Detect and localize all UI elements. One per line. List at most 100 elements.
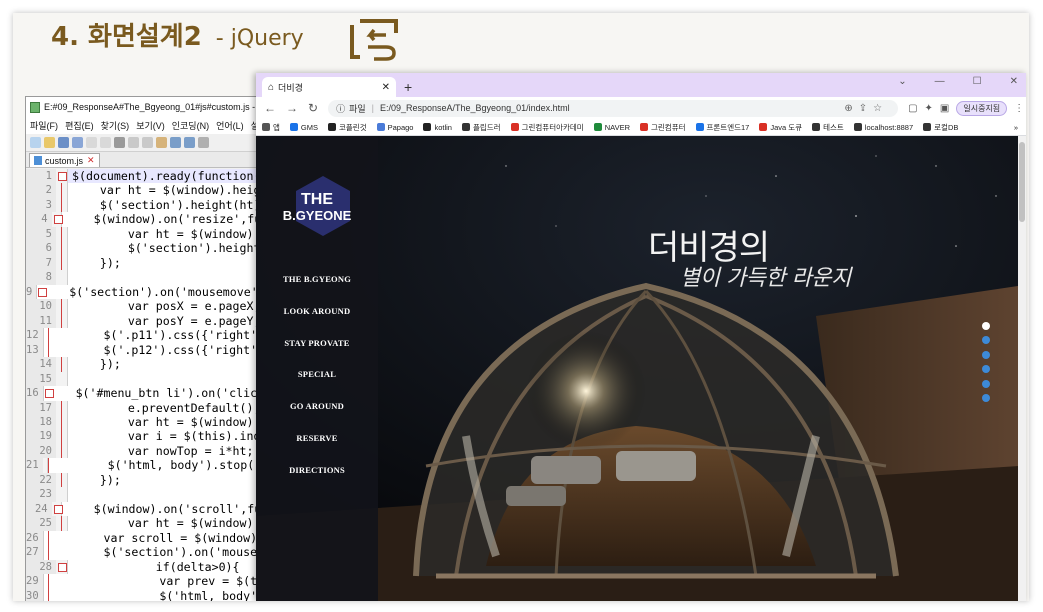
bookmark-item[interactable]: Java 도큐 [759,122,802,133]
code-text: $(document).ready(function(){ [68,169,275,184]
puzzle-icon[interactable]: ✦ [925,103,933,114]
tab-search-icon[interactable]: ⌄ [898,76,906,87]
line-number: 22 [26,472,56,488]
bookmark-item[interactable]: 플립드러 [461,122,501,133]
fold-marker[interactable] [42,386,54,401]
sidepanel-icon[interactable]: ▣ [940,103,949,114]
fold-marker[interactable] [56,169,68,184]
undo-icon[interactable] [170,137,181,148]
redo-icon[interactable] [184,137,195,148]
bookmark-label: 플립드러 [472,122,501,132]
notepad-menu-item[interactable]: 인코딩(N) [172,119,209,132]
new-tab-icon[interactable]: + [404,79,412,95]
close-file-icon[interactable] [86,137,97,148]
bookmark-item[interactable]: 그린컴퓨터아카데미 [510,122,584,133]
bookmark-item[interactable]: 앱 [262,122,280,133]
window-controls: ⌄ — ☐ ✕ [898,76,1018,87]
notepad-menu-item[interactable]: 파일(F) [30,119,58,132]
fold-marker[interactable] [36,284,48,300]
line-number: 13 [26,342,43,358]
back-icon[interactable]: ← [264,101,276,115]
paste-icon[interactable] [156,137,167,148]
site-menu-item[interactable]: LOOK AROUND [256,296,378,328]
notepad-menu-item[interactable]: 찾기(S) [101,119,130,132]
fold-marker [56,357,68,373]
fold-marker[interactable] [56,559,68,575]
fold-marker[interactable] [51,501,63,517]
bookmark-item[interactable]: kotlin [423,123,452,132]
open-file-icon[interactable] [44,137,55,148]
bookmark-item[interactable]: 코플린것 [328,122,367,133]
fold-marker[interactable] [51,212,63,227]
slide-title-sub: - jQuery [215,26,304,51]
site-logo[interactable]: THE B.GYEONE [274,191,360,224]
page-scrollbar[interactable] [1018,136,1026,601]
tab-close-icon[interactable]: ✕ [382,82,390,93]
pager-dot[interactable] [982,336,990,345]
cut-icon[interactable] [128,137,139,148]
notepad-menu-item[interactable]: 언어(L) [216,119,244,132]
fold-marker [42,458,49,474]
bookmark-item[interactable]: 그린컴퓨터 [640,122,686,133]
address-input[interactable]: ⓘ 파일 | E:/09_ResponseA/The_Bgyeong_01/in… [328,99,899,117]
bookmark-item[interactable]: 테스트 [812,122,844,133]
reload-icon[interactable]: ↻ [308,101,318,115]
bookmark-favicon-icon [262,123,270,131]
notepad-menu-item[interactable]: 보기(V) [136,119,165,132]
notepad-tab[interactable]: custom.js ✕ [29,153,100,167]
extension-icon[interactable]: ▢ [908,103,917,114]
bookmark-item[interactable]: Papago [376,123,413,132]
copy-icon[interactable] [142,137,153,148]
line-number: 11 [26,313,56,329]
site-menu-item[interactable]: GO AROUND [256,391,378,423]
code-text: $('section').height(ht); [72,197,268,212]
site-menu-item[interactable]: RESERVE [256,423,378,455]
line-number: 21 [26,458,43,473]
pager-dot[interactable] [982,393,990,402]
fold-marker [56,313,68,329]
browser-tab[interactable]: ⌂ 더비경 ✕ [262,77,396,97]
site-menu: THE B.GYEONG LOOK AROUND STAY PROVATE SPECI… [256,264,378,487]
info-icon[interactable]: ⓘ [336,102,345,115]
address-actions-icon[interactable]: ⊕⇪☆ [844,103,888,114]
new-file-icon[interactable] [30,137,41,148]
site-menu-item[interactable]: STAY PROVATE [256,328,378,360]
site-menu-item[interactable]: DIRECTIONS [256,455,378,487]
save-all-icon[interactable] [72,137,83,148]
pager-dot[interactable] [982,365,990,374]
find-icon[interactable] [198,137,209,148]
code-text: }); [72,472,121,487]
pager-dot[interactable] [982,379,990,388]
bookmark-item[interactable]: GMS [289,123,318,132]
pager-dot[interactable] [982,322,990,330]
bookmark-item[interactable]: NAVER [593,123,630,132]
bookmark-item[interactable]: 프론트엔드17 [695,122,749,133]
line-number: 16 [26,386,43,401]
notepad-menu-item[interactable]: 편집(E) [65,119,94,132]
line-number: 4 [26,212,52,227]
line-number: 8 [26,270,56,285]
bookmark-item[interactable]: 로컬DB [923,122,958,133]
save-icon[interactable] [58,137,69,148]
site-menu-item[interactable]: SPECIAL [256,359,378,391]
bookmarks-overflow-icon[interactable]: » [1014,123,1018,132]
minimize-icon[interactable]: — [935,76,945,87]
print-icon[interactable] [114,137,125,148]
fold-marker [56,270,68,285]
bookmark-item[interactable]: localhost:8887 [853,123,913,132]
menu-icon[interactable]: ⋮ [1014,103,1024,114]
address-bar-row: ← → ↻ ⓘ 파일 | E:/09_ResponseA/The_Bgyeong… [256,97,1026,119]
bookmark-favicon-icon [376,123,385,131]
web-page: THE B.GYEONE THE B.GYEONG LOOK AROUND STAY… [256,136,1018,601]
tab-close-icon[interactable]: ✕ [87,155,95,166]
close-window-icon[interactable]: ✕ [1010,76,1018,87]
close-all-icon[interactable] [100,137,111,148]
pager-dot[interactable] [982,350,990,359]
maximize-icon[interactable]: ☐ [973,76,982,87]
scrollbar-thumb[interactable] [1019,142,1025,222]
profile-paused-badge[interactable]: 일시중지됨 [956,100,1008,116]
site-menu-item[interactable]: THE B.GYEONG [256,264,378,296]
forward-icon[interactable]: → [286,101,298,115]
bookmark-favicon-icon [853,123,862,131]
